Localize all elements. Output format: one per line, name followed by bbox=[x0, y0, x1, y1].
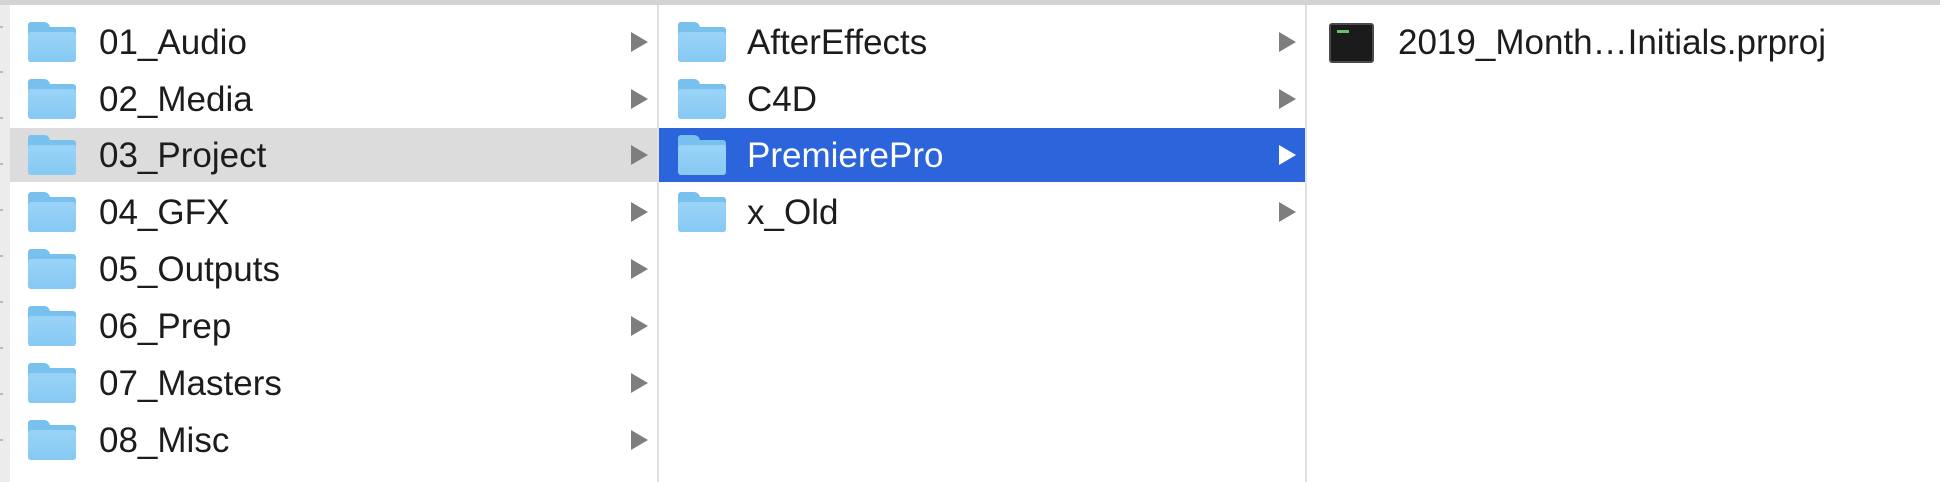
list-item-02-media[interactable]: 02_Media bbox=[10, 72, 657, 126]
list-item-04-gfx[interactable]: 04_GFX bbox=[10, 185, 657, 239]
list-item-prproj-file[interactable]: 2019_Month…Initials.prproj bbox=[1307, 15, 1940, 69]
list-item-03-project[interactable]: 03_Project bbox=[10, 128, 657, 182]
finder-column-2[interactable]: AfterEffects C4D PremierePro x_Old bbox=[659, 5, 1307, 482]
chevron-right-icon bbox=[1279, 89, 1296, 109]
folder-icon bbox=[28, 192, 76, 232]
finder-column-1[interactable]: 01_Audio 02_Media 03_Project 04_GFX 05_O… bbox=[10, 5, 659, 482]
folder-icon bbox=[678, 135, 726, 175]
folder-icon bbox=[678, 79, 726, 119]
item-label: AfterEffects bbox=[747, 23, 928, 62]
chevron-right-icon bbox=[631, 32, 648, 52]
folder-icon bbox=[28, 22, 76, 62]
item-label: 2019_Month…Initials.prproj bbox=[1398, 23, 1827, 62]
item-label: C4D bbox=[747, 80, 818, 119]
gutter-tick bbox=[0, 209, 3, 211]
gutter-tick bbox=[0, 71, 3, 73]
gutter-tick bbox=[0, 347, 3, 349]
item-label: x_Old bbox=[747, 193, 839, 232]
chevron-right-icon bbox=[631, 259, 648, 279]
folder-icon bbox=[28, 79, 76, 119]
folder-icon bbox=[678, 192, 726, 232]
chevron-right-icon bbox=[1279, 145, 1296, 165]
list-item-premierepro[interactable]: PremierePro bbox=[659, 128, 1305, 182]
chevron-right-icon bbox=[631, 145, 648, 165]
gutter-tick bbox=[0, 301, 3, 303]
list-item-06-prep[interactable]: 06_Prep bbox=[10, 299, 657, 353]
list-item-c4d[interactable]: C4D bbox=[659, 72, 1305, 126]
chevron-right-icon bbox=[631, 316, 648, 336]
chevron-right-icon bbox=[631, 89, 648, 109]
left-edge-gutter bbox=[0, 5, 10, 482]
list-item-07-masters[interactable]: 07_Masters bbox=[10, 356, 657, 410]
chevron-right-icon bbox=[631, 373, 648, 393]
gutter-tick bbox=[0, 393, 3, 395]
folder-icon bbox=[28, 135, 76, 175]
gutter-tick bbox=[0, 163, 3, 165]
gutter-tick bbox=[0, 439, 3, 441]
finder-column-3[interactable]: 2019_Month…Initials.prproj bbox=[1307, 5, 1940, 482]
item-label: 05_Outputs bbox=[99, 250, 280, 289]
item-label: 06_Prep bbox=[99, 307, 232, 346]
list-item-aftereffects[interactable]: AfterEffects bbox=[659, 15, 1305, 69]
folder-icon bbox=[28, 306, 76, 346]
list-item-08-misc[interactable]: 08_Misc bbox=[10, 413, 657, 467]
folder-icon bbox=[28, 363, 76, 403]
folder-icon bbox=[678, 22, 726, 62]
chevron-right-icon bbox=[1279, 32, 1296, 52]
chevron-right-icon bbox=[631, 202, 648, 222]
item-label: 07_Masters bbox=[99, 364, 282, 403]
item-label: 02_Media bbox=[99, 80, 253, 119]
item-label: 08_Misc bbox=[99, 421, 230, 460]
chevron-right-icon bbox=[1279, 202, 1296, 222]
premiere-project-file-icon bbox=[1329, 23, 1374, 63]
gutter-tick bbox=[0, 255, 3, 257]
item-label: 04_GFX bbox=[99, 193, 230, 232]
folder-icon bbox=[28, 249, 76, 289]
item-label: 01_Audio bbox=[99, 23, 247, 62]
gutter-tick bbox=[0, 26, 3, 28]
folder-icon bbox=[28, 420, 76, 460]
list-item-05-outputs[interactable]: 05_Outputs bbox=[10, 242, 657, 296]
gutter-tick bbox=[0, 117, 3, 119]
chevron-right-icon bbox=[631, 430, 648, 450]
item-label: PremierePro bbox=[747, 136, 944, 175]
list-item-x-old[interactable]: x_Old bbox=[659, 185, 1305, 239]
list-item-01-audio[interactable]: 01_Audio bbox=[10, 15, 657, 69]
item-label: 03_Project bbox=[99, 136, 267, 175]
